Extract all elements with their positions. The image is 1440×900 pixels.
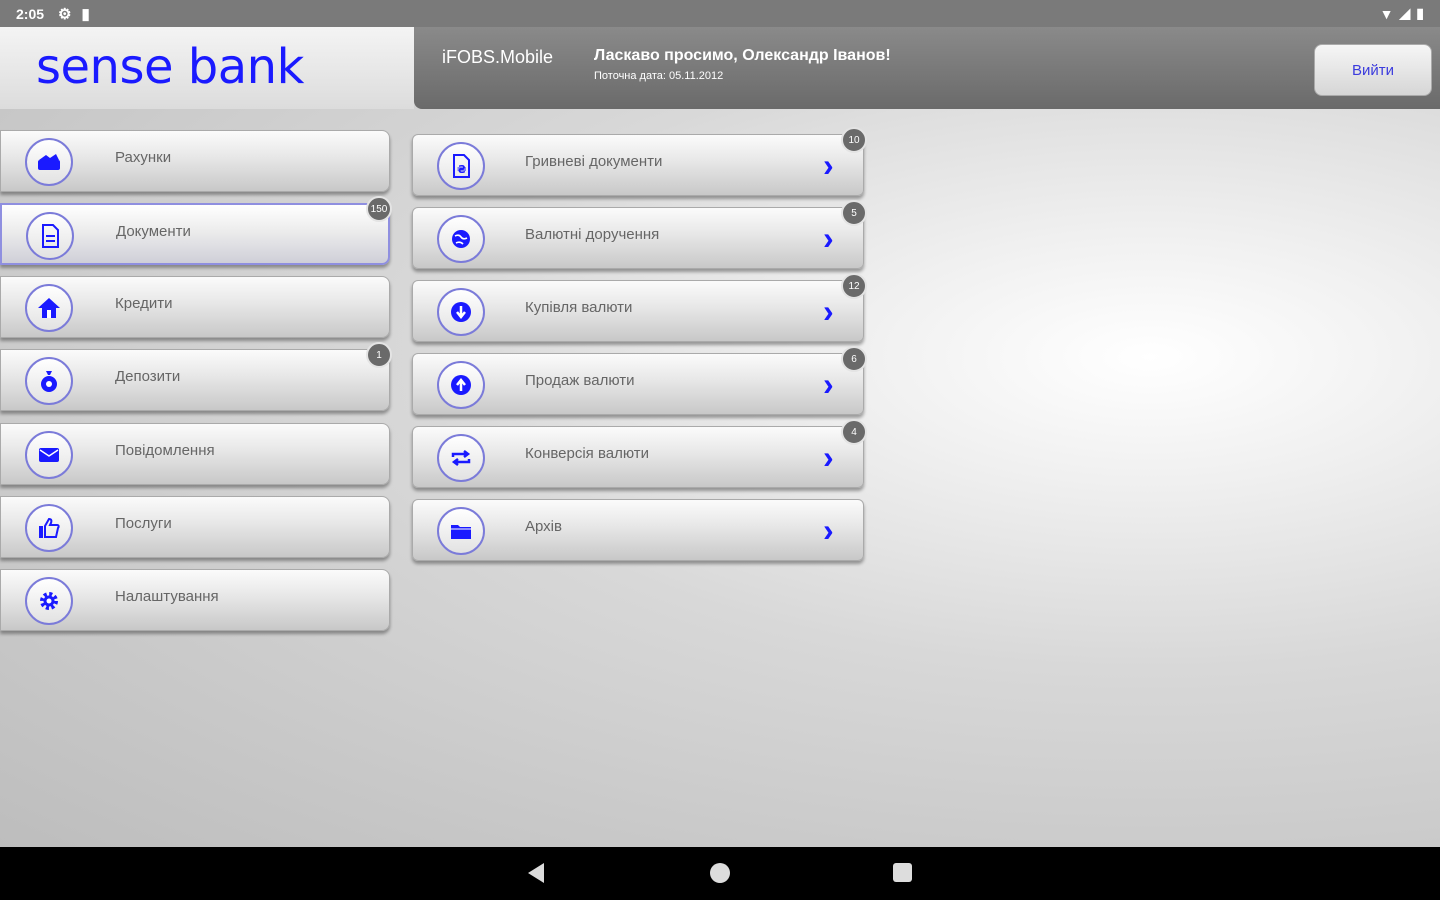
chevron-right-icon: ›: [823, 293, 834, 329]
status-time: 2:05: [16, 5, 45, 22]
menu-item-messages[interactable]: Повідомлення: [0, 423, 390, 485]
deposits-count-badge: 1: [366, 342, 392, 368]
signal-icon: ◢: [1399, 5, 1411, 21]
thumbs-up-icon: [25, 504, 73, 552]
gear-icon: ⚙: [58, 5, 72, 23]
menu-item-settings[interactable]: Налаштування: [0, 569, 390, 631]
money-bag-icon: [25, 357, 73, 405]
gear-icon: [25, 577, 73, 625]
convert-icon: [437, 434, 485, 482]
logout-button[interactable]: Вийти: [1314, 44, 1432, 96]
folder-icon: [437, 507, 485, 555]
envelope-icon: [25, 431, 73, 479]
submenu-label: Продаж валюти: [525, 372, 635, 389]
menu-label: Документи: [116, 223, 191, 240]
arrow-down-circle-icon: [437, 288, 485, 336]
submenu-label: Купівля валюти: [525, 299, 633, 316]
arrow-up-circle-icon: [437, 361, 485, 409]
sd-card-icon: ▮: [81, 5, 90, 23]
status-bar: 2:05 ⚙ ▮ ▼ ◢ ▮: [0, 0, 1440, 27]
chevron-right-icon: ›: [823, 366, 834, 402]
submenu-label: Гривневі документи: [525, 153, 663, 170]
submenu-label: Валютні доручення: [525, 226, 660, 243]
menu-label: Повідомлення: [115, 442, 215, 459]
sell-currency-badge: 6: [841, 346, 867, 372]
buy-currency-badge: 12: [841, 273, 867, 299]
chevron-right-icon: ›: [823, 220, 834, 256]
back-button[interactable]: [528, 863, 544, 883]
menu-label: Рахунки: [115, 149, 172, 166]
header-bar: iFOBS.Mobile Ласкаво просимо, Олександр …: [414, 27, 1440, 109]
menu-item-credits[interactable]: Кредити: [0, 276, 390, 338]
menu-label: Послуги: [115, 515, 172, 532]
menu-item-deposits[interactable]: Депозити: [0, 349, 390, 411]
hryvnia-documents-badge: 10: [841, 127, 867, 153]
wallet-icon: [25, 138, 73, 186]
home-button[interactable]: [710, 863, 730, 883]
chevron-right-icon: ›: [823, 439, 834, 475]
logo-area: sense bank: [0, 27, 414, 109]
submenu-item-hryvnia-documents[interactable]: ₴ Гривневі документи ›: [412, 134, 864, 196]
recent-apps-button[interactable]: [893, 863, 912, 882]
wifi-icon: ▼: [1379, 5, 1394, 22]
menu-item-services[interactable]: Послуги: [0, 496, 390, 558]
submenu-label: Архів: [525, 518, 562, 535]
bank-logo: sense bank: [36, 39, 304, 95]
welcome-message: Ласкаво просимо, Олександр Іванов!: [594, 47, 891, 64]
currency-conversion-badge: 4: [841, 419, 867, 445]
submenu-item-currency-orders[interactable]: Валютні доручення ›: [412, 207, 864, 269]
menu-item-accounts[interactable]: Рахунки: [0, 130, 390, 192]
chevron-right-icon: ›: [823, 147, 834, 183]
menu-label: Депозити: [115, 368, 181, 385]
globe-icon: [437, 215, 485, 263]
svg-text:₴: ₴: [457, 163, 466, 176]
chevron-right-icon: ›: [823, 512, 834, 548]
menu-label: Налаштування: [115, 588, 219, 605]
app-window: sense bank iFOBS.Mobile Ласкаво просимо,…: [0, 27, 1440, 847]
app-name: iFOBS.Mobile: [442, 47, 554, 67]
submenu-item-archive[interactable]: Архів ›: [412, 499, 864, 561]
menu-label: Кредити: [115, 295, 173, 312]
submenu-item-buy-currency[interactable]: Купівля валюти ›: [412, 280, 864, 342]
current-date: Поточна дата: 05.11.2012: [594, 70, 724, 82]
house-icon: [25, 284, 73, 332]
navigation-bar: [0, 847, 1440, 900]
currency-orders-badge: 5: [841, 200, 867, 226]
document-icon: [26, 212, 74, 260]
submenu-label: Конверсія валюти: [525, 445, 650, 462]
menu-item-documents[interactable]: Документи: [0, 203, 390, 265]
hryvnia-document-icon: ₴: [437, 142, 485, 190]
documents-count-badge: 150: [366, 196, 392, 222]
battery-icon: ▮: [1416, 5, 1424, 21]
submenu-item-currency-conversion[interactable]: Конверсія валюти ›: [412, 426, 864, 488]
submenu-item-sell-currency[interactable]: Продаж валюти ›: [412, 353, 864, 415]
